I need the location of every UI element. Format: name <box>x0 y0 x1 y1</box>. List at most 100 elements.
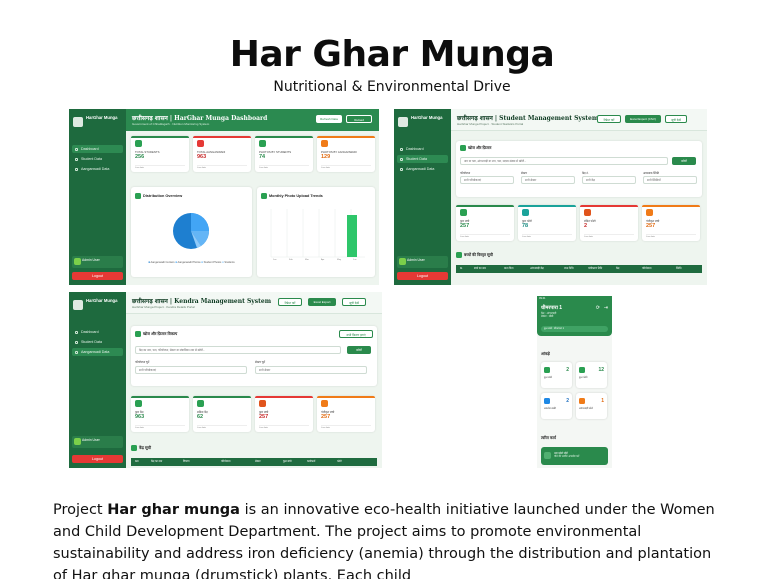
status-select[interactable]: सभी स्थितियाँ <box>643 176 697 184</box>
center-name: धीमरपारा 1 <box>541 305 563 311</box>
stat-card: कुल बच्चे 257 Live data <box>456 205 514 241</box>
sector-select[interactable]: सभी सेक्टर <box>521 176 575 184</box>
stat-card: 1 आंगनवाड़ी फोटो <box>576 393 607 419</box>
pie-chart-icon <box>135 193 141 199</box>
stat-card: कुल फोटो 78 Live data <box>518 205 576 241</box>
image-icon <box>579 398 585 404</box>
sidebar-item-aanganwadi[interactable]: Aanganwadi Data <box>397 165 448 173</box>
upload-icon <box>544 398 550 404</box>
stat-card: पंजीकृत बच्चे 257 Live data <box>642 205 700 241</box>
stat-card: सक्रिय केंद्र 62 Live data <box>193 396 251 432</box>
sidebar-item-students[interactable]: Student Data <box>72 155 123 163</box>
user-check-icon <box>321 400 328 407</box>
image-icon <box>321 140 328 147</box>
sidebar-item-students[interactable]: Student Data <box>397 155 448 163</box>
dashboard-icon <box>75 147 78 151</box>
sidebar-item-aanganwadi[interactable]: Aanganwadi Data <box>72 348 123 356</box>
search-button[interactable]: खोजें <box>347 346 371 354</box>
bar-chart-icon <box>261 193 267 199</box>
trends-card: Monthly Photo Upload Trends Jan Feb Mar Apr… <box>257 187 375 277</box>
avatar <box>74 438 81 445</box>
logout-button[interactable]: Logout <box>397 272 448 280</box>
refresh-icon[interactable]: ⟳ <box>596 305 600 311</box>
users-icon <box>259 400 266 407</box>
dashboard-icon <box>400 147 403 151</box>
project-name: Har ghar munga <box>107 502 240 518</box>
table-header: क्रम केंद्र का नाम विवरण परियोजना सेक्टर कुल … <box>131 458 377 466</box>
sidebar: HarGhar Munga Dashboard Student Data Aan… <box>69 292 126 468</box>
sidebar: HarGhar Munga Dashboard Student Data Aan… <box>394 109 451 285</box>
leaf-icon <box>73 117 83 127</box>
sidebar-item-dashboard[interactable]: Dashboard <box>397 145 448 153</box>
users-icon <box>544 367 550 373</box>
logout-button[interactable]: Logout <box>72 455 123 463</box>
header: छत्तीसगढ़ शासन | HarGhar Munga Dashboard… <box>126 109 379 131</box>
table-header: क्र. बच्चे का नाम माता पिता आंगनवाड़ी केंद्… <box>456 265 702 273</box>
dashboard-icon <box>75 330 78 334</box>
avatar <box>399 258 406 265</box>
stat-card: कुल बच्चे 257 Live data <box>255 396 313 432</box>
sidebar-item-aanganwadi[interactable]: Aanganwadi Data <box>72 165 123 173</box>
refresh-button[interactable]: रिफ्रेश करें <box>597 115 621 123</box>
leaf-icon <box>398 117 408 127</box>
table-title: बच्चों की विस्तृत सूची <box>456 252 493 258</box>
project-select[interactable]: सभी परियोजनाएं <box>460 176 514 184</box>
search-icon <box>460 145 466 151</box>
camera-icon <box>522 209 529 216</box>
reload-button[interactable]: Reload <box>346 115 372 123</box>
search-button[interactable]: खोजें <box>672 157 696 165</box>
stat-card: TOTAL STUDENTS 256 Live data <box>131 136 189 172</box>
header-title: छत्तीसगढ़ शासन | Student Management Syst… <box>457 115 599 122</box>
list-button[interactable]: सूची देखें <box>342 298 366 306</box>
sidebar-item-dashboard[interactable]: Dashboard <box>72 328 123 336</box>
logout-button[interactable]: Logout <box>72 272 123 280</box>
list-icon <box>456 252 462 258</box>
stat-card: लंबित फोटो 2 Live data <box>580 205 638 241</box>
description-text: Project Har ghar munga is an innovative … <box>53 502 715 579</box>
sidebar-brand: HarGhar Munga <box>73 115 122 131</box>
export-button[interactable]: Excel Export (CSV) <box>625 115 661 123</box>
header-subtitle: HarGhar Munga Project · Student Statisti… <box>457 122 524 126</box>
bar <box>347 215 357 257</box>
page-subtitle: Nutritional & Environmental Drive <box>273 79 511 95</box>
center-select[interactable]: सभी केंद्र <box>582 176 636 184</box>
center-pill: कुल बच्चे : धीमरपारा 1 <box>541 326 608 332</box>
users-icon <box>75 157 78 161</box>
sector-select[interactable]: सभी सेक्टर <box>255 366 367 374</box>
filter-card: खोज और फ़िल्टर नाम या पता, आंगनवाड़ी या … <box>456 141 702 197</box>
kendra-management-screenshot: HarGhar Munga Dashboard Student Data Aan… <box>69 292 382 468</box>
export-button[interactable]: Excel Export <box>308 298 336 306</box>
users-icon <box>400 157 403 161</box>
sidebar-item-dashboard[interactable]: Dashboard <box>72 145 123 153</box>
camera-icon <box>579 367 585 373</box>
stats-title: आंकड़े <box>541 352 550 356</box>
filter-icon <box>135 331 141 337</box>
add-photo-button[interactable]: नया फ़ोटो जोड़ें पौधे की तस्वीर अपलोड करे… <box>541 447 608 465</box>
list-button[interactable]: सूची देखें <box>665 115 687 123</box>
list-icon <box>131 445 137 451</box>
logout-icon[interactable]: ⇥ <box>604 305 608 311</box>
stat-card: 2 अपलोड बाकी <box>541 393 572 419</box>
page-title: Har Ghar Munga <box>229 34 555 75</box>
search-input[interactable]: नाम या पता, आंगनवाड़ी या नाम, पता, सदस्य… <box>460 157 668 165</box>
search-input[interactable]: केंद्र का नाम, पता, परियोजना, सेक्टर या … <box>135 346 341 354</box>
building-icon <box>75 350 78 354</box>
stat-card: 12 कुल फोटो <box>576 362 607 388</box>
warning-icon <box>584 209 591 216</box>
header-title: छत्तीसगढ़ शासन | HarGhar Munga Dashboard <box>132 115 268 122</box>
sidebar: HarGhar Munga Dashboard Student Data Aan… <box>69 109 126 285</box>
users-icon <box>460 209 467 216</box>
stat-card: 2 कुल बच्चे <box>541 362 572 388</box>
mobile-app-screenshot: 09:41 धीमरपारा 1 ⟳ ⇥ केंद्र : आंगनवाड़ी स… <box>537 296 612 468</box>
refresh-button[interactable]: रिफ्रेश करें <box>278 298 302 306</box>
header-title: छत्तीसगढ़ शासन | Kendra Management Syste… <box>132 298 272 305</box>
project-select[interactable]: सभी परियोजनाएं <box>135 366 247 374</box>
clear-filters-button[interactable]: सभी फ़िल्टर हटाएं <box>339 330 373 338</box>
stat-card: PHOTOS BY STUDENTS 74 Live data <box>255 136 313 172</box>
stat-card: PHOTOS BY AANGANWADI 129 Live data <box>317 136 375 172</box>
building-icon <box>197 140 204 147</box>
refresh-button[interactable]: Refresh Data <box>316 115 342 123</box>
sidebar-item-students[interactable]: Student Data <box>72 338 123 346</box>
actions-title: त्वरित कार्य <box>541 436 556 440</box>
header: छत्तीसगढ़ शासन | Student Management Syst… <box>451 109 707 131</box>
